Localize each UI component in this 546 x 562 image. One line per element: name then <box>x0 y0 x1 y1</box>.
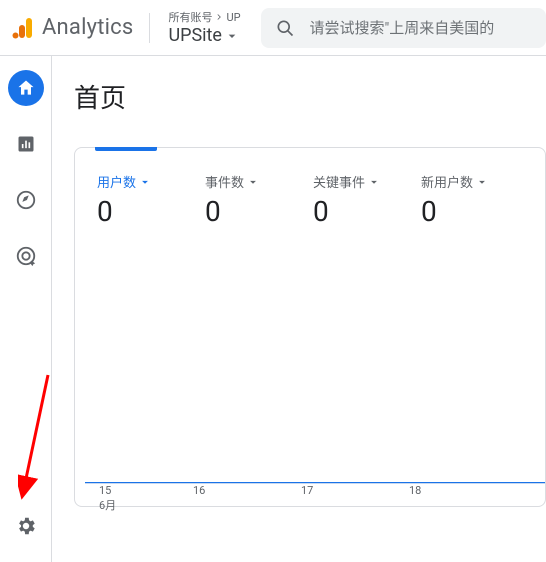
caret-down-icon <box>138 175 152 189</box>
property-name: UPSite <box>168 25 222 46</box>
overview-card: 用户数0事件数0关键事件0新用户数0 156月161718 <box>74 147 546 507</box>
metric-selector[interactable]: 事件数 0 <box>205 172 313 228</box>
metric-label: 用户数 <box>97 172 205 191</box>
page-title: 首页 <box>74 78 546 115</box>
breadcrumb-account: UP <box>226 11 240 24</box>
product-name: Analytics <box>42 15 133 40</box>
left-nav <box>0 56 52 562</box>
nav-advertising[interactable] <box>8 238 44 274</box>
nav-reports[interactable] <box>8 126 44 162</box>
search-placeholder: 请尝试搜索"上周来自美国的 <box>309 17 494 38</box>
app-header: Analytics 所有账号 UP UPSite 请尝试搜索"上周来自美国的 <box>0 0 546 56</box>
nav-home[interactable] <box>8 70 44 106</box>
divider <box>149 13 150 43</box>
search-icon <box>275 18 295 38</box>
nav-explore[interactable] <box>8 182 44 218</box>
home-icon <box>16 78 36 98</box>
metric-value: 0 <box>421 195 529 228</box>
nav-settings[interactable] <box>8 508 44 544</box>
metric-label: 新用户数 <box>421 172 529 191</box>
metric-selector[interactable]: 新用户数 0 <box>421 172 529 228</box>
explore-icon <box>15 189 37 211</box>
metric-value: 0 <box>313 195 421 228</box>
metric-label: 事件数 <box>205 172 313 191</box>
x-axis-tick: 16 <box>193 484 301 506</box>
product-logo-block[interactable]: Analytics <box>12 15 149 40</box>
search-box[interactable]: 请尝试搜索"上周来自美国的 <box>261 8 546 48</box>
metric-selector[interactable]: 用户数 0 <box>97 172 205 228</box>
reports-icon <box>16 134 36 154</box>
analytics-logo-icon <box>12 16 36 40</box>
caret-down-icon <box>224 28 240 44</box>
advertising-icon <box>15 245 37 267</box>
caret-down-icon <box>246 175 260 189</box>
breadcrumb-prefix: 所有账号 <box>168 9 212 25</box>
property-selector[interactable]: 所有账号 UP UPSite <box>158 9 253 46</box>
active-tab-indicator <box>95 147 157 151</box>
trend-chart <box>85 268 545 484</box>
x-axis-tick: 156月 <box>85 484 193 506</box>
metric-selector[interactable]: 关键事件 0 <box>313 172 421 228</box>
x-axis-tick: 18 <box>409 484 517 506</box>
chevron-right-icon <box>214 12 224 22</box>
x-axis: 156月161718 <box>85 484 545 506</box>
main-content: 首页 用户数0事件数0关键事件0新用户数0 156月161718 <box>52 56 546 562</box>
caret-down-icon <box>367 175 381 189</box>
breadcrumb: 所有账号 UP <box>168 9 243 25</box>
x-axis-tick: 17 <box>301 484 409 506</box>
metric-label: 关键事件 <box>313 172 421 191</box>
metrics-row: 用户数0事件数0关键事件0新用户数0 <box>75 148 545 228</box>
line-chart-plot <box>85 268 545 483</box>
metric-value: 0 <box>205 195 313 228</box>
metric-value: 0 <box>97 195 205 228</box>
caret-down-icon <box>475 175 489 189</box>
gear-icon <box>15 515 37 537</box>
